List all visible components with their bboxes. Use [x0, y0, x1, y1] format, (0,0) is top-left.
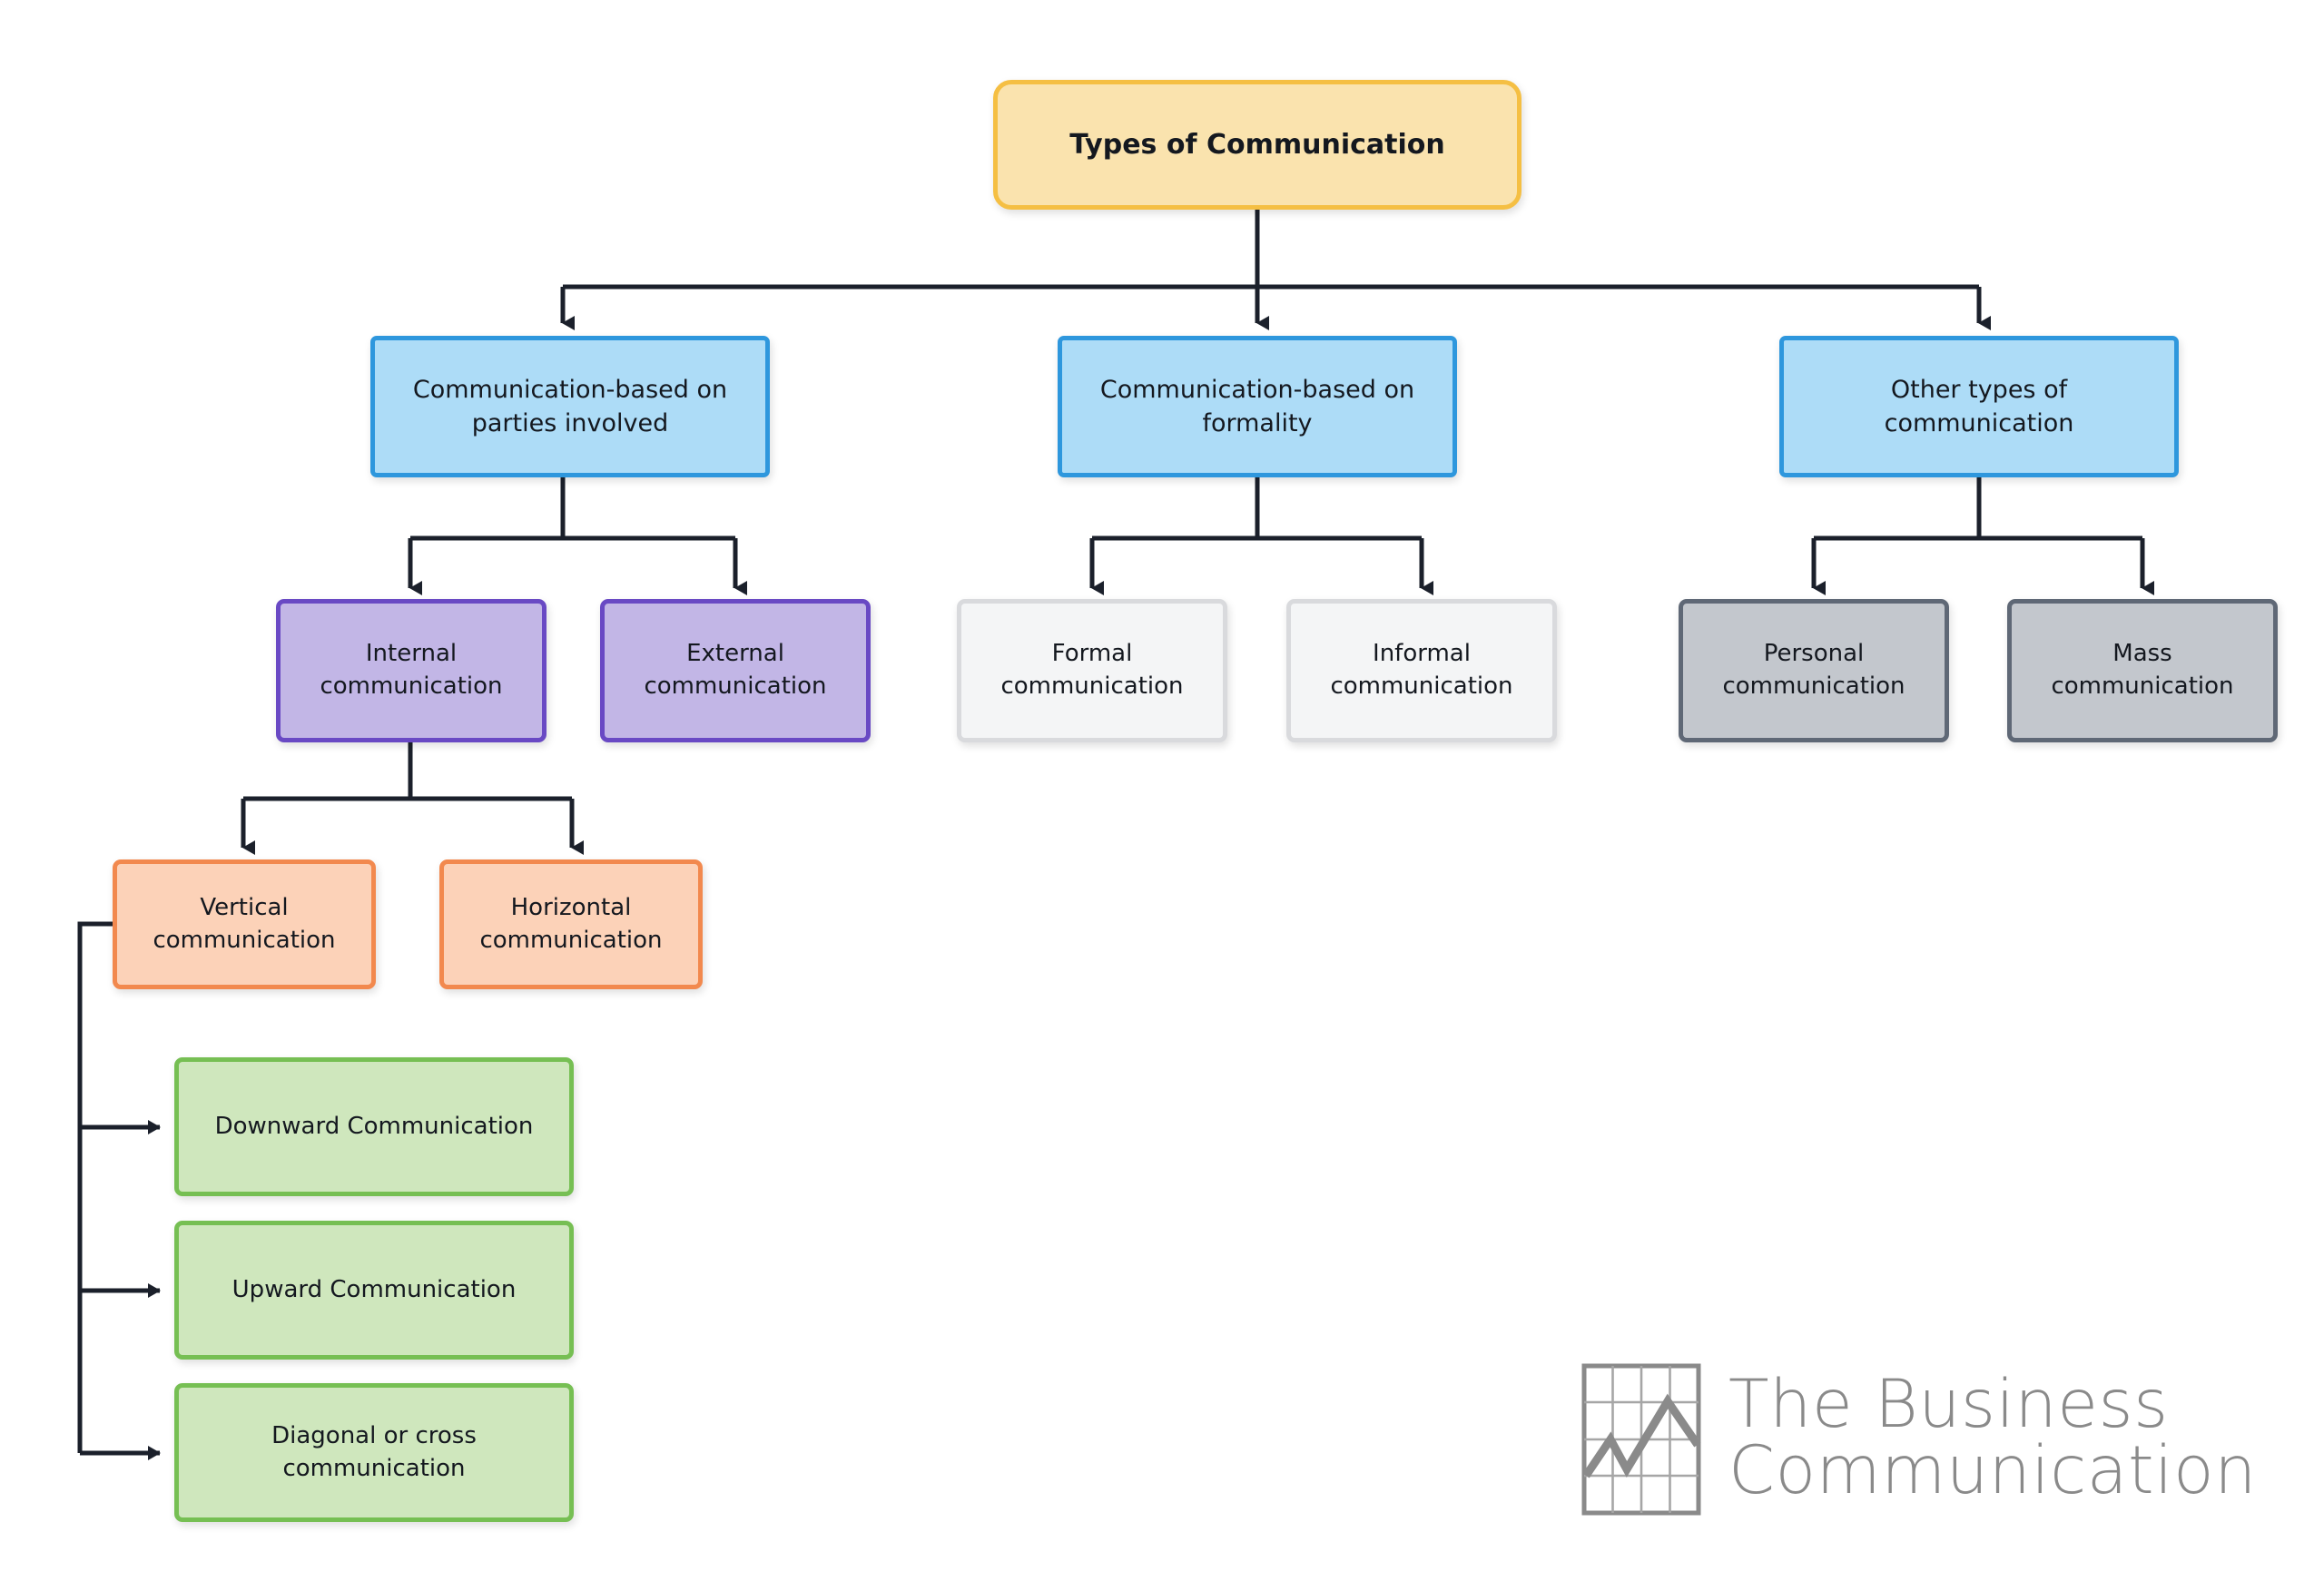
node-communication-based-on-formality[interactable]: Communication-based on formality — [1058, 336, 1457, 477]
logo-line-2: Communication — [1728, 1432, 2257, 1510]
logo-line-1: The Business — [1728, 1366, 2169, 1444]
edge-vertical-rail — [77, 921, 116, 1453]
node-informal-communication[interactable]: Informal communication — [1286, 599, 1557, 742]
node-label: Downward Communication — [214, 1112, 534, 1140]
node-label: Communication-based on parties involved — [412, 375, 728, 437]
node-communication-based-on-parties-involved[interactable]: Communication-based on parties involved — [370, 336, 770, 477]
logo-wordmark: The Business Communication — [1728, 1366, 2257, 1510]
node-diagonal-or-cross-communication[interactable]: Diagonal or cross communication — [174, 1383, 574, 1522]
node-label: Diagonal or cross communication — [271, 1421, 477, 1482]
node-upward-communication[interactable]: Upward Communication — [174, 1221, 574, 1360]
node-formal-communication[interactable]: Formal communication — [957, 599, 1227, 742]
node-horizontal-communication[interactable]: Horizontal communication — [439, 859, 703, 989]
node-label: Informal communication — [1330, 640, 1513, 700]
node-downward-communication[interactable]: Downward Communication — [174, 1057, 574, 1196]
node-label: External communication — [644, 640, 827, 700]
node-internal-communication[interactable]: Internal communication — [276, 599, 547, 742]
node-label: Other types of communication — [1884, 375, 2074, 437]
node-label: Horizontal communication — [479, 893, 663, 954]
node-label: Types of Communication — [1069, 128, 1445, 161]
brand-logo: The Business Communication — [1581, 1363, 2257, 1516]
node-label: Internal communication — [320, 640, 503, 700]
grid-line-chart-icon — [1581, 1363, 1701, 1516]
node-other-types-of-communication[interactable]: Other types of communication — [1779, 336, 2179, 477]
node-label: Formal communication — [1000, 640, 1184, 700]
node-vertical-communication[interactable]: Vertical communication — [113, 859, 376, 989]
node-types-of-communication[interactable]: Types of Communication — [993, 80, 1521, 210]
node-mass-communication[interactable]: Mass communication — [2007, 599, 2278, 742]
node-external-communication[interactable]: External communication — [600, 599, 871, 742]
node-personal-communication[interactable]: Personal communication — [1679, 599, 1949, 742]
node-label: Personal communication — [1722, 640, 1905, 700]
node-label: Vertical communication — [153, 893, 336, 954]
node-label: Upward Communication — [231, 1275, 517, 1303]
node-label: Mass communication — [2051, 640, 2234, 700]
diagram-canvas: Types of Communication Communication-bas… — [0, 0, 2324, 1581]
node-label: Communication-based on formality — [1099, 375, 1415, 437]
